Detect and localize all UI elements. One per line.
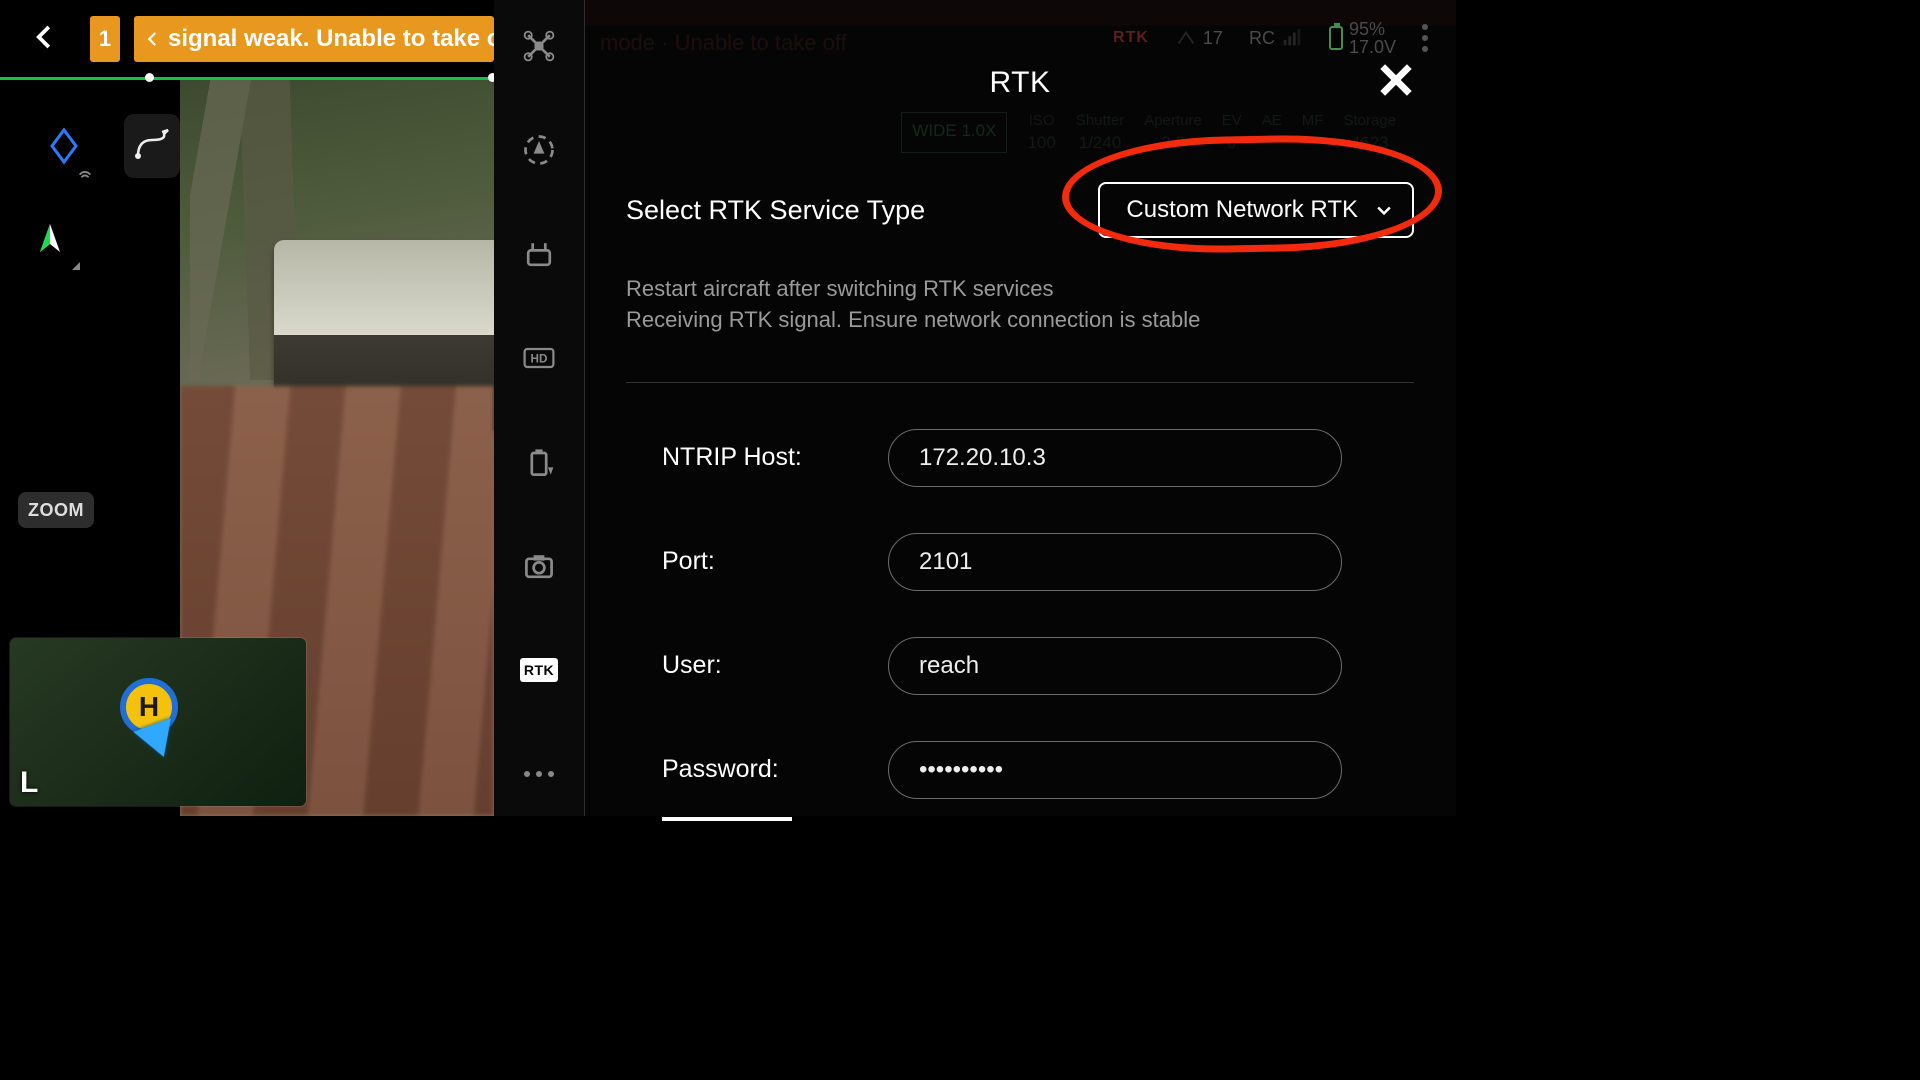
aircraft-settings-button[interactable] [519,26,559,66]
left-toolbar: ZOOM [0,80,180,528]
zoom-button[interactable]: ZOOM [18,492,94,528]
chevron-left-icon [30,22,60,57]
compass-arrow-icon [30,220,70,260]
ntrip-form: NTRIP Host: 172.20.10.3 Port: 2101 User:… [626,382,1414,821]
radar-icon [521,132,557,168]
scroll-indicator [662,817,792,821]
obstacle-avoid-button[interactable] [36,114,92,178]
drone-icon [521,28,557,64]
port-input[interactable]: 2101 [888,533,1342,591]
panel-title: RTK [626,66,1414,100]
heading-button[interactable] [18,208,82,272]
map-corner-label: L [20,766,38,800]
warning-text: signal weak. Unable to take off [168,25,494,53]
route-icon [132,126,172,166]
battery-settings-button[interactable] [519,442,559,482]
battery-icon [521,444,557,480]
flight-route-button[interactable] [124,114,180,178]
chevron-down-icon [1374,200,1394,220]
service-type-value: Custom Network RTK [1126,196,1358,224]
rc-settings-button[interactable] [519,234,559,274]
user-input[interactable]: reach [888,637,1342,695]
more-settings-button[interactable] [519,754,559,794]
remote-controller-icon [521,236,557,272]
port-label: Port: [662,547,888,576]
signal-icon [76,162,94,180]
transmission-settings-button[interactable]: HD [519,338,559,378]
ellipsis-icon [524,771,554,777]
close-icon [1376,60,1416,100]
mini-map[interactable]: H L [10,638,306,806]
password-input[interactable]: •••••••••• [888,741,1342,799]
password-label: Password: [662,755,888,784]
service-hints: Restart aircraft after switching RTK ser… [626,274,1414,336]
user-label: User: [662,651,888,680]
warning-banner[interactable]: signal weak. Unable to take off [134,16,494,62]
diamond-icon [44,126,84,166]
rtk-settings-button[interactable]: RTK [519,650,559,690]
sensing-settings-button[interactable] [519,130,559,170]
ntrip-host-label: NTRIP Host: [662,443,888,472]
back-button[interactable] [0,0,90,78]
gimbal-settings-button[interactable] [519,546,559,586]
rtk-icon: RTK [520,658,558,682]
settings-sidebar: HD RTK [494,0,584,816]
corner-indicator-icon [72,262,80,270]
close-button[interactable] [1376,60,1416,105]
service-type-select[interactable]: Custom Network RTK [1098,182,1414,238]
hd-icon: HD [521,340,557,376]
svg-text:HD: HD [531,353,548,366]
camera-icon [521,548,557,584]
warning-count-badge[interactable]: 1 [90,16,120,62]
chevron-left-icon [144,30,162,48]
service-type-label: Select RTK Service Type [626,195,925,226]
rtk-panel: RTK Select RTK Service Type Custom Netwo… [584,0,1456,816]
ntrip-host-input[interactable]: 172.20.10.3 [888,429,1342,487]
